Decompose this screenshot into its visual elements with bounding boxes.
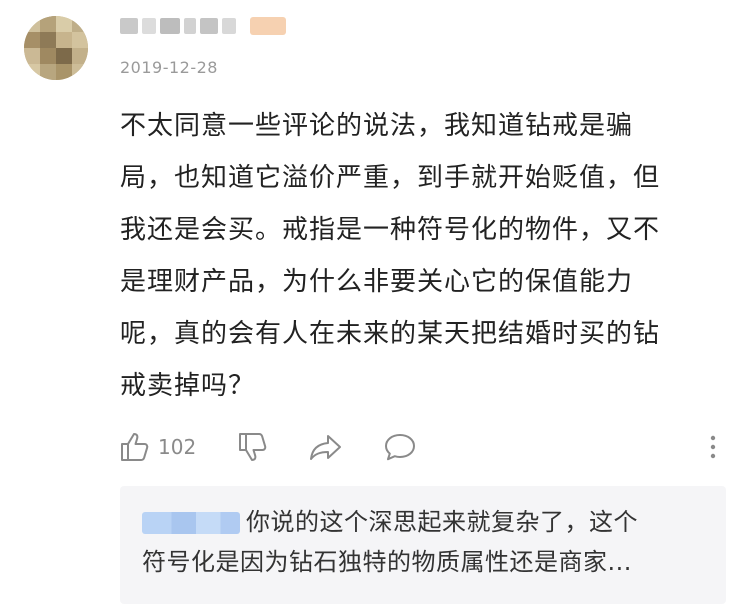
reply-button[interactable] bbox=[382, 427, 418, 467]
level-badge bbox=[250, 17, 286, 35]
reply-line: 符号化是因为钻石独特的物质属性还是商家... bbox=[142, 548, 632, 576]
avatar[interactable] bbox=[24, 16, 88, 80]
thumbs-down-icon bbox=[239, 433, 267, 461]
like-button[interactable]: 102 bbox=[118, 427, 196, 467]
share-button[interactable] bbox=[308, 427, 344, 467]
comment-body: 不太同意一些评论的说法，我知道钻戒是骗 局，也知道它溢价严重，到手就开始贬值，但… bbox=[120, 100, 730, 412]
thumbs-up-icon bbox=[121, 433, 149, 461]
comment-line: 呢，真的会有人在未来的某天把结婚时买的钻 bbox=[120, 319, 661, 349]
action-bar: 102 bbox=[118, 427, 728, 467]
comment-card: 2019-12-28 不太同意一些评论的说法，我知道钻戒是骗 局，也知道它溢价严… bbox=[0, 0, 750, 604]
comment-line: 局，也知道它溢价严重，到手就开始贬值，但 bbox=[120, 163, 661, 193]
comment-line: 不太同意一些评论的说法，我知道钻戒是骗 bbox=[120, 111, 634, 141]
reply-body: 你说的这个深思起来就复杂了，这个 符号化是因为钻石独特的物质属性还是商家... bbox=[142, 502, 722, 582]
share-icon bbox=[310, 435, 341, 460]
reply-line: 你说的这个深思起来就复杂了，这个 bbox=[246, 508, 638, 536]
comment-line: 戒卖掉吗？ bbox=[120, 371, 256, 401]
comment-date: 2019-12-28 bbox=[120, 58, 218, 77]
username-blurred[interactable] bbox=[120, 16, 286, 36]
more-icon bbox=[710, 435, 716, 459]
comment-icon bbox=[385, 434, 415, 461]
comment-line: 是理财产品，为什么非要关心它的保值能力 bbox=[120, 267, 634, 297]
dislike-button[interactable] bbox=[236, 427, 270, 467]
comment-line: 我还是会买。戒指是一种符号化的物件，又不 bbox=[120, 215, 661, 245]
like-count: 102 bbox=[158, 435, 197, 459]
reply-preview[interactable]: 你说的这个深思起来就复杂了，这个 符号化是因为钻石独特的物质属性还是商家... bbox=[120, 486, 726, 604]
more-button[interactable] bbox=[706, 427, 720, 467]
